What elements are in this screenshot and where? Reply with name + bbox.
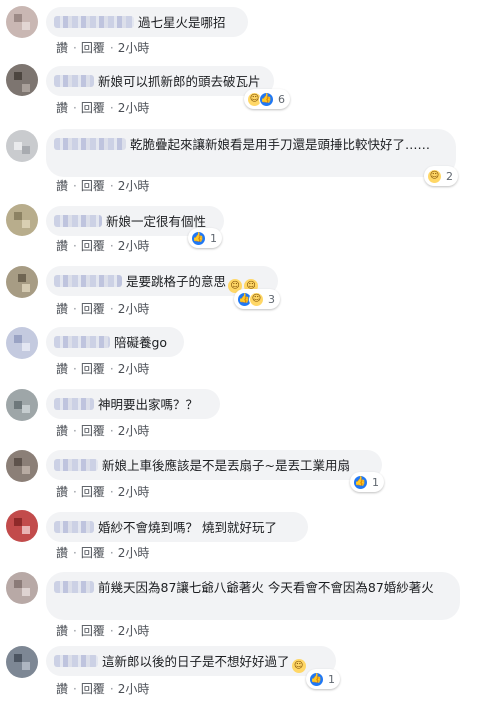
timestamp[interactable]: 2小時	[118, 179, 150, 193]
reply-link[interactable]: 回覆	[81, 302, 105, 316]
comment-actions: 讚 · 回覆 · 2小時	[56, 546, 150, 560]
comment-actions: 讚 · 回覆 · 2小時	[56, 302, 150, 316]
comment-text: 乾脆疊起來讓新娘看是用手刀還是頭捶比較快好了……	[130, 137, 431, 152]
like-link[interactable]: 讚	[56, 362, 68, 376]
reply-link[interactable]: 回覆	[81, 179, 105, 193]
comment-text: 新娘可以抓新郎的頭去破瓦片	[98, 74, 261, 89]
comment-bubble: 婚紗不會燒到嗎？ 燒到就好玩了	[46, 512, 308, 542]
commenter-name[interactable]	[54, 336, 110, 348]
like-icon: 👍	[191, 230, 206, 246]
comment-actions: 讚 · 回覆 · 2小時	[56, 179, 150, 193]
comment-text: 神明要出家嗎？？	[98, 397, 199, 412]
commenter-name[interactable]	[54, 275, 122, 287]
timestamp[interactable]: 2小時	[118, 424, 150, 438]
commenter-name[interactable]	[54, 16, 134, 28]
avatar[interactable]	[6, 266, 38, 298]
timestamp[interactable]: 2小時	[118, 239, 150, 253]
reaction-summary[interactable]: 👍 1	[306, 669, 340, 689]
commenter-name[interactable]	[54, 398, 94, 410]
comment-text: 陪礙養go	[114, 335, 168, 350]
avatar[interactable]	[6, 130, 38, 162]
timestamp[interactable]: 2小時	[118, 362, 150, 376]
like-link[interactable]: 讚	[56, 424, 68, 438]
like-icon: 👍	[259, 91, 274, 107]
comment-actions: 讚 · 回覆 · 2小時	[56, 624, 150, 638]
reaction-summary[interactable]: 👍 ☺ 3	[234, 289, 280, 309]
like-icon: 👍	[353, 474, 368, 490]
comment-text: 新娘上車後應該是不是丟扇子~是丟工業用扇	[102, 458, 350, 473]
timestamp[interactable]: 2小時	[118, 485, 150, 499]
avatar[interactable]	[6, 327, 38, 359]
commenter-name[interactable]	[54, 215, 102, 227]
comment-bubble: 陪礙養go	[46, 327, 184, 357]
comment-text: 婚紗不會燒到嗎？ 燒到就好玩了	[98, 520, 277, 535]
comment-bubble: 前幾天因為87讓七爺八爺著火 今天看會不會因為87婚紗著火	[46, 572, 460, 620]
reply-link[interactable]: 回覆	[81, 362, 105, 376]
like-link[interactable]: 讚	[56, 485, 68, 499]
comment-actions: 讚 · 回覆 · 2小時	[56, 682, 150, 696]
timestamp[interactable]: 2小時	[118, 546, 150, 560]
timestamp[interactable]: 2小時	[118, 302, 150, 316]
reply-link[interactable]: 回覆	[81, 546, 105, 560]
avatar[interactable]	[6, 204, 38, 236]
commenter-name[interactable]	[54, 581, 94, 593]
timestamp[interactable]: 2小時	[118, 101, 150, 115]
timestamp[interactable]: 2小時	[118, 624, 150, 638]
reaction-summary[interactable]: 👍 1	[188, 228, 222, 248]
like-link[interactable]: 讚	[56, 546, 68, 560]
commenter-name[interactable]	[54, 75, 94, 87]
like-link[interactable]: 讚	[56, 624, 68, 638]
avatar[interactable]	[6, 572, 38, 604]
like-link[interactable]: 讚	[56, 101, 68, 115]
reaction-summary[interactable]: 👍 1	[350, 472, 384, 492]
avatar[interactable]	[6, 389, 38, 421]
avatar[interactable]	[6, 510, 38, 542]
comment-actions: 讚 · 回覆 · 2小時	[56, 424, 150, 438]
reply-link[interactable]: 回覆	[81, 424, 105, 438]
comment-actions: 讚 · 回覆 · 2小時	[56, 101, 150, 115]
comment-actions: 讚 · 回覆 · 2小時	[56, 362, 150, 376]
reply-link[interactable]: 回覆	[81, 624, 105, 638]
reaction-summary[interactable]: ☺ 👍 6	[244, 89, 290, 109]
reaction-summary[interactable]: ☺ 2	[424, 166, 458, 186]
comment-text: 新娘一定很有個性	[106, 214, 207, 229]
comment-actions: 讚 · 回覆 · 2小時	[56, 239, 150, 253]
reply-link[interactable]: 回覆	[81, 41, 105, 55]
comment-bubble: 乾脆疊起來讓新娘看是用手刀還是頭捶比較快好了……	[46, 129, 456, 177]
reply-link[interactable]: 回覆	[81, 239, 105, 253]
reply-link[interactable]: 回覆	[81, 101, 105, 115]
comment-bubble: 這新郎以後的日子是不想好好過了 ☺	[46, 646, 336, 676]
comment-text: 過七星火是哪招	[138, 15, 226, 30]
comment-actions: 讚 · 回覆 · 2小時	[56, 485, 150, 499]
like-link[interactable]: 讚	[56, 239, 68, 253]
comment-bubble: 神明要出家嗎？？	[46, 389, 220, 419]
like-link[interactable]: 讚	[56, 682, 68, 696]
avatar[interactable]	[6, 450, 38, 482]
comment-text: 這新郎以後的日子是不想好好過了	[102, 654, 290, 669]
comment-bubble: 新娘可以抓新郎的頭去破瓦片	[46, 66, 274, 96]
timestamp[interactable]: 2小時	[118, 682, 150, 696]
timestamp[interactable]: 2小時	[118, 41, 150, 55]
avatar[interactable]	[6, 646, 38, 678]
haha-icon: ☺	[427, 168, 442, 184]
like-icon: 👍	[309, 671, 324, 687]
like-link[interactable]: 讚	[56, 302, 68, 316]
laughing-emoji-icon: ☺	[291, 659, 306, 673]
reply-link[interactable]: 回覆	[81, 485, 105, 499]
like-link[interactable]: 讚	[56, 179, 68, 193]
avatar[interactable]	[6, 6, 38, 38]
reply-link[interactable]: 回覆	[81, 682, 105, 696]
like-link[interactable]: 讚	[56, 41, 68, 55]
commenter-name[interactable]	[54, 138, 126, 150]
haha-icon: ☺	[249, 291, 264, 307]
commenter-name[interactable]	[54, 655, 98, 667]
commenter-name[interactable]	[54, 459, 98, 471]
commenter-name[interactable]	[54, 521, 94, 533]
comment-bubble: 新娘上車後應該是不是丟扇子~是丟工業用扇	[46, 450, 382, 480]
comment-actions: 讚 · 回覆 · 2小時	[56, 41, 150, 55]
comment-text: 是要跳格子的意思	[126, 274, 227, 289]
comment-text: 前幾天因為87讓七爺八爺著火 今天看會不會因為87婚紗著火	[98, 580, 434, 595]
avatar[interactable]	[6, 64, 38, 96]
comment-bubble: 過七星火是哪招	[46, 7, 248, 37]
